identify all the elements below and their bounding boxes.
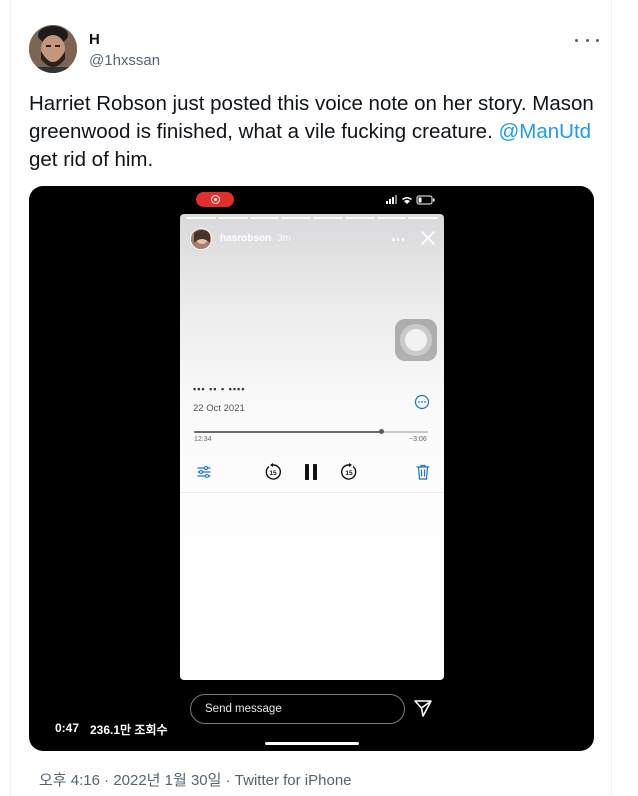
screen-recording-indicator [196,192,234,207]
tweet-card: H @1hxssan Harriet Robson just posted th… [10,0,612,796]
divider [180,492,444,493]
avatar[interactable] [29,25,77,73]
story-avatar[interactable] [190,228,212,250]
story-frame: hasrobson 3m ▪▪▪ ▪▪ ▪ ▪▪▪▪ ▪ 22 Oct 2021… [180,214,444,680]
video-view-count: 236.1만 조회수 [90,723,168,737]
more-options-icon[interactable] [575,31,599,49]
skip-back-15-icon[interactable]: 15 [264,463,282,481]
video-elapsed-time: 0:47 [55,721,80,735]
tweet-text-end: get rid of him. [29,148,154,171]
story-username[interactable]: hasrobson [220,233,271,244]
send-message-input[interactable]: Send message [190,694,405,724]
pause-icon[interactable] [303,462,319,482]
phone-status-icons [386,195,435,205]
skip-forward-15-icon[interactable]: 15 [340,463,358,481]
video-player[interactable]: hasrobson 3m ▪▪▪ ▪▪ ▪ ▪▪▪▪ ▪ 22 Oct 2021… [29,186,594,751]
sliders-icon[interactable] [196,464,212,480]
tweet-date[interactable]: 2022년 1월 30일 [113,772,221,789]
tweet-text: Harriet Robson just posted this voice no… [29,90,604,174]
voice-memo-date: 22 Oct 2021 [193,403,245,414]
scrubber-handle[interactable] [379,429,385,434]
story-timestamp: 3m [277,233,291,244]
meta-separator-2: · [221,772,235,789]
author-handle[interactable]: @1hxssan [89,52,160,69]
voice-memo-title-cut: ▪▪▪ ▪▪ ▪ ▪▪▪▪ ▪ [193,387,246,392]
trash-icon[interactable] [415,463,431,481]
home-indicator [265,742,359,745]
story-progress-bar [186,217,438,219]
assistive-touch-button[interactable] [395,319,437,361]
close-icon[interactable] [420,230,436,246]
playback-progress-fill [194,431,382,433]
playback-scrubber[interactable] [194,429,428,434]
skip-back-label: 15 [269,470,277,477]
remaining-time: −3:06 [409,436,427,443]
elapsed-time: 12:34 [194,436,212,443]
mention-link[interactable]: @ManUtd [498,120,591,143]
author-name[interactable]: H [89,31,100,48]
send-icon[interactable] [413,698,433,718]
tweet-metadata: 오후 4:16 · 2022년 1월 30일 · Twitter for iPh… [39,769,352,790]
more-options-circle-icon[interactable] [414,394,430,410]
record-icon [210,195,220,204]
tweet-header: H @1hxssan [29,25,609,75]
tweet-time[interactable]: 오후 4:16 [39,772,100,789]
story-more-icon[interactable] [392,238,404,241]
meta-separator: · [99,772,114,789]
send-message-placeholder: Send message [205,703,282,715]
tweet-client[interactable]: Twitter for iPhone [235,772,352,789]
skip-forward-label: 15 [345,470,353,477]
